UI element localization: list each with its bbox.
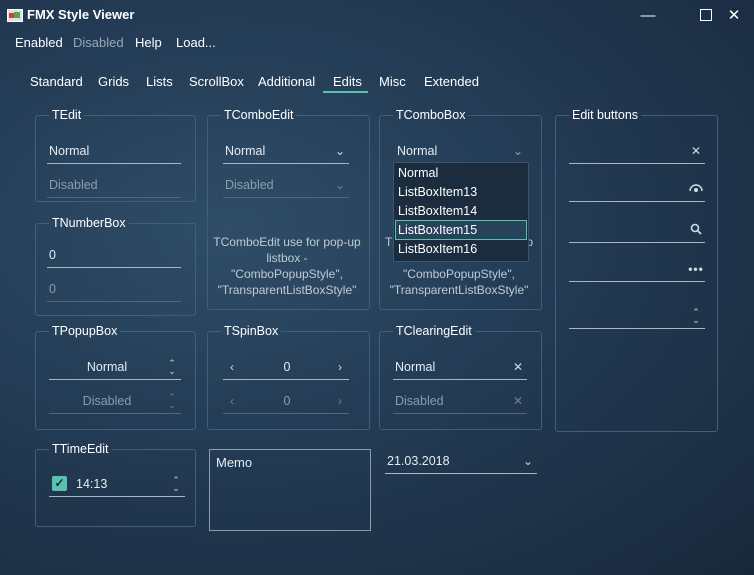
menu-enabled[interactable]: Enabled (15, 35, 63, 50)
tcomboedit-disabled-value: Disabled (225, 178, 274, 192)
note-line: "TransparentListBoxStyle" (389, 283, 529, 297)
clear-icon[interactable]: ✕ (509, 360, 527, 374)
tab-standard[interactable]: Standard (30, 74, 83, 89)
tab-lists[interactable]: Lists (146, 74, 173, 89)
menu-load[interactable]: Load... (176, 35, 216, 50)
tclearingedit-legend: TClearingEdit (396, 324, 472, 338)
tspinbox-disabled: ‹ 0 › (223, 389, 349, 414)
close-icon: ✕ (727, 7, 741, 24)
list-item[interactable]: ListBoxItem14 (398, 204, 477, 218)
note-partial-left: T (385, 235, 393, 249)
tnumberbox-disabled-input: 0 (47, 277, 181, 302)
tclearingedit-normal[interactable]: Normal ✕ (393, 355, 527, 380)
tcombobox-legend: TComboBox (396, 108, 466, 122)
tnumberbox-disabled-value: 0 (49, 282, 56, 296)
tcombobox-value: Normal (397, 144, 438, 158)
window-title: FMX Style Viewer (27, 7, 135, 22)
tab-scrollbox[interactable]: ScrollBox (189, 74, 244, 89)
app-icon (7, 9, 23, 22)
tnumberbox-legend: TNumberBox (52, 216, 126, 230)
minimize-button[interactable]: — (628, 0, 668, 30)
spin-edit[interactable]: ⌃ ⌄ (569, 304, 705, 329)
tedit-disabled-input: Disabled (47, 173, 181, 198)
tspinbox-normal[interactable]: ‹ 0 › (223, 355, 349, 380)
date-edit[interactable]: 21.03.2018 ⌄ (385, 449, 537, 474)
menu-help[interactable]: Help (135, 35, 162, 50)
clear-icon: ✕ (512, 394, 524, 408)
chevron-left-icon[interactable]: ‹ (223, 360, 241, 374)
tcomboedit-disabled-input: Disabled ⌄ (223, 173, 349, 198)
title-bar: FMX Style Viewer — ✕ (0, 0, 754, 30)
chevron-down-icon[interactable]: ⌄ (331, 144, 349, 158)
spin-updown-icon[interactable]: ⌃ ⌄ (687, 308, 705, 325)
tclearingedit-disabled-value: Disabled (395, 394, 444, 408)
tpopupbox-disabled-value: Disabled (82, 394, 132, 408)
updown-icon: ⌃ ⌄ (168, 392, 176, 410)
note-line: "ComboPopupStyle", (231, 267, 343, 281)
tab-extended[interactable]: Extended (424, 74, 479, 89)
editbuttons-legend: Edit buttons (572, 108, 639, 122)
updown-icon: ⌃ ⌄ (168, 358, 176, 376)
tedit-normal-value: Normal (49, 144, 90, 158)
tab-grids[interactable]: Grids (98, 74, 129, 89)
note-line: "TransparentListBoxStyle" (217, 283, 357, 297)
tab-misc[interactable]: Misc (379, 74, 406, 89)
memo-box[interactable]: Memo (209, 449, 371, 531)
ellipsis-icon[interactable]: ••• (687, 262, 705, 276)
list-item-selected[interactable]: ListBoxItem15 (398, 223, 477, 237)
tcomboedit-normal-input[interactable]: Normal ⌄ (223, 139, 349, 164)
chevron-down-icon[interactable]: ⌄ (509, 144, 527, 158)
memo-text: Memo (216, 455, 253, 470)
tpopupbox-normal[interactable]: Normal ⌃ ⌄ (49, 355, 181, 380)
search-icon[interactable] (687, 223, 705, 238)
tcombobox-dropdown-list: Normal ListBoxItem13 ListBoxItem14 ListB… (393, 162, 529, 262)
chevron-down-icon[interactable]: ⌄ (519, 454, 537, 468)
tcombobox-normal[interactable]: Normal ⌄ (395, 139, 527, 164)
tpopupbox-disabled: Disabled ⌃ ⌄ (49, 389, 181, 414)
tcomboedit-normal-value: Normal (225, 144, 266, 158)
note-line: TComboEdit use for pop-up (213, 235, 361, 249)
chevron-down-icon: ⌄ (334, 178, 346, 192)
minimize-icon: — (640, 6, 656, 24)
tclearingedit-value: Normal (395, 360, 436, 374)
list-item[interactable]: Normal (398, 166, 438, 180)
tab-additional[interactable]: Additional (258, 74, 315, 89)
tspinbox-legend: TSpinBox (224, 324, 279, 338)
tedit-disabled-value: Disabled (49, 178, 98, 192)
tpopupbox-legend: TPopupBox (52, 324, 118, 338)
ttimeedit-legend: TTimeEdit (52, 442, 109, 456)
password-eye-icon[interactable] (687, 182, 705, 197)
chevron-left-icon: ‹ (230, 394, 234, 408)
tpopupbox-value: Normal (86, 360, 128, 374)
list-item[interactable]: ListBoxItem13 (398, 185, 477, 199)
menu-disabled[interactable]: Disabled (73, 35, 124, 50)
close-button[interactable]: ✕ (714, 0, 754, 30)
maximize-icon (700, 9, 712, 21)
active-tab-indicator (323, 91, 368, 93)
date-value: 21.03.2018 (387, 454, 450, 468)
tclearingedit-disabled: Disabled ✕ (393, 389, 527, 414)
tab-edits[interactable]: Edits (333, 74, 362, 89)
search-edit[interactable] (569, 218, 705, 243)
tspinbox-value: 0 (283, 360, 291, 374)
tcomboedit-note: TComboEdit use for pop-up listbox - "Com… (209, 234, 365, 298)
clear-icon[interactable]: ✕ (687, 144, 705, 158)
clear-edit[interactable]: ✕ (569, 139, 705, 164)
updown-icon[interactable]: ⌃ ⌄ (167, 476, 185, 493)
note-line: "ComboPopupStyle", (403, 267, 515, 281)
ttimeedit-input[interactable]: 14:13 ⌃ ⌄ (49, 472, 185, 497)
ellipsis-edit[interactable]: ••• (569, 257, 705, 282)
list-item[interactable]: ListBoxItem16 (398, 242, 477, 256)
tnumberbox-input[interactable]: 0 (47, 243, 181, 268)
tedit-normal-input[interactable]: Normal (47, 139, 181, 164)
tedit-legend: TEdit (52, 108, 82, 122)
chevron-right-icon: › (338, 394, 342, 408)
tnumberbox-value: 0 (49, 248, 56, 262)
tspinbox-disabled-value: 0 (283, 394, 291, 408)
ttimeedit-checkbox[interactable]: ✓ (52, 476, 67, 491)
tcomboedit-legend: TComboEdit (224, 108, 294, 122)
password-edit[interactable] (569, 177, 705, 202)
note-line: listbox - (266, 251, 308, 265)
chevron-right-icon[interactable]: › (331, 360, 349, 374)
